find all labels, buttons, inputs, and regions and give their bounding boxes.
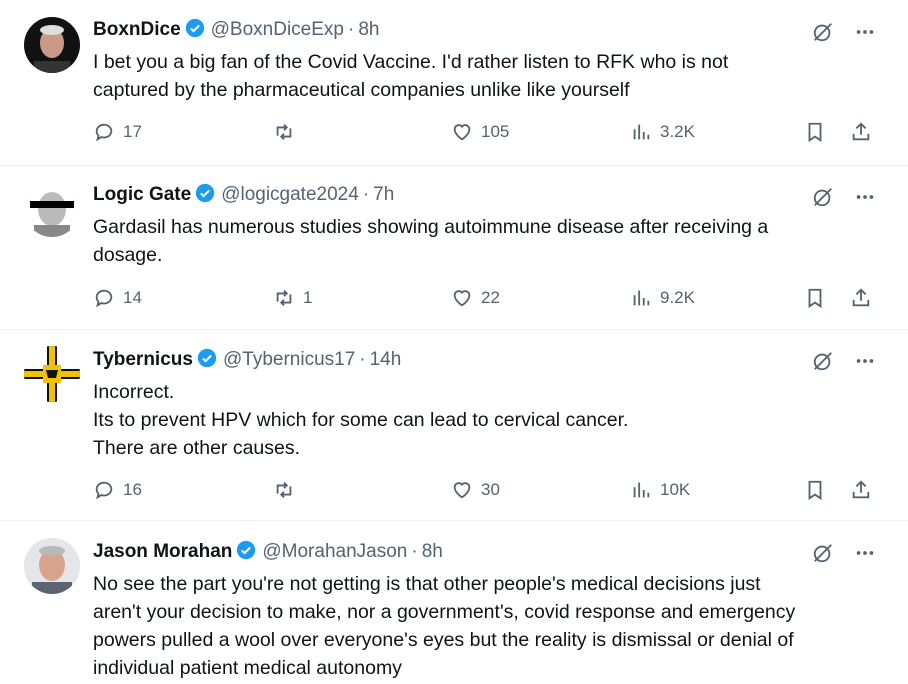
action-bar: 16 30 10K	[93, 479, 872, 503]
reply-icon	[95, 123, 113, 142]
tweet-text: Gardasil has numerous studies showing au…	[93, 216, 769, 266]
more-icon[interactable]	[854, 350, 876, 377]
views-button[interactable]: 3.2K	[630, 121, 695, 143]
reply-button[interactable]: 14	[93, 287, 142, 309]
grok-icon[interactable]	[812, 350, 834, 377]
author-name[interactable]: Tybernicus	[93, 349, 193, 370]
reply-button[interactable]: 16	[93, 479, 142, 501]
tweet-card[interactable]: Logic Gate @logicgate2024 · 7h Gardasil has…	[0, 166, 908, 330]
grok-icon[interactable]	[812, 542, 834, 569]
reply-feed: BoxnDice @BoxnDiceExp · 8h I bet you a big …	[0, 0, 908, 684]
avatar[interactable]	[24, 538, 80, 594]
repost-icon	[276, 482, 292, 498]
views-button[interactable]: 9.2K	[630, 287, 695, 309]
avatar[interactable]	[24, 17, 80, 73]
views-icon	[633, 124, 650, 140]
tweet-card[interactable]: Jason Morahan @MorahanJason · 8h No see the…	[0, 521, 908, 684]
like-button[interactable]: 22	[451, 287, 500, 309]
verified-badge-icon	[196, 183, 215, 203]
grok-icon[interactable]	[812, 186, 834, 213]
like-icon	[453, 482, 471, 499]
author-name[interactable]: Logic Gate	[93, 184, 191, 205]
reply-icon	[95, 481, 113, 500]
author-name[interactable]: Jason Morahan	[93, 541, 232, 562]
action-bar: 17 105 3.2K	[93, 121, 872, 145]
tweet-card[interactable]: Tybernicus @Tybernicus17 · 14h Incorrect. I…	[0, 330, 908, 521]
views-button[interactable]: 10K	[630, 479, 690, 501]
views-icon	[633, 290, 650, 306]
action-bar: 14 1 22 9.2K	[93, 287, 872, 311]
views-icon	[633, 482, 650, 498]
repost-button[interactable]: 1	[273, 287, 312, 309]
avatar[interactable]	[24, 181, 80, 237]
repost-icon	[276, 290, 292, 306]
repost-icon	[276, 124, 292, 140]
share-icon[interactable]	[850, 287, 872, 309]
bookmark-icon[interactable]	[804, 121, 826, 143]
tweet-text: Incorrect. Its to prevent HPV which for …	[93, 381, 629, 459]
timestamp[interactable]: 8h	[422, 541, 443, 562]
author-handle[interactable]: @logicgate2024	[221, 184, 359, 205]
share-icon[interactable]	[850, 479, 872, 501]
author-handle[interactable]: @Tybernicus17	[223, 349, 355, 370]
timestamp[interactable]: 7h	[373, 184, 394, 205]
tweet-card[interactable]: BoxnDice @BoxnDiceExp · 8h I bet you a big …	[0, 0, 908, 166]
tweet-text: No see the part you're not getting is th…	[93, 573, 796, 679]
like-button[interactable]: 105	[451, 121, 509, 143]
tweet-text: I bet you a big fan of the Covid Vaccine…	[93, 51, 729, 101]
reply-button[interactable]: 17	[93, 121, 142, 143]
verified-badge-icon	[197, 348, 217, 368]
verified-badge-icon	[237, 540, 256, 560]
repost-button[interactable]	[273, 121, 303, 143]
author-handle[interactable]: @BoxnDiceExp	[211, 19, 344, 40]
like-button[interactable]: 30	[451, 479, 500, 501]
timestamp[interactable]: 8h	[358, 19, 379, 40]
more-icon[interactable]	[854, 21, 876, 48]
reply-icon	[95, 289, 113, 308]
like-icon	[453, 124, 471, 141]
bookmark-icon[interactable]	[804, 287, 826, 309]
grok-icon[interactable]	[812, 21, 834, 48]
like-icon	[453, 290, 471, 307]
more-icon[interactable]	[854, 542, 876, 569]
avatar[interactable]	[24, 346, 80, 402]
repost-button[interactable]	[273, 479, 303, 501]
bookmark-icon[interactable]	[804, 479, 826, 501]
author-name[interactable]: BoxnDice	[93, 19, 181, 40]
verified-badge-icon	[185, 18, 204, 38]
share-icon[interactable]	[850, 121, 872, 143]
author-handle[interactable]: @MorahanJason	[262, 541, 407, 562]
timestamp[interactable]: 14h	[370, 349, 402, 370]
more-icon[interactable]	[854, 186, 876, 213]
